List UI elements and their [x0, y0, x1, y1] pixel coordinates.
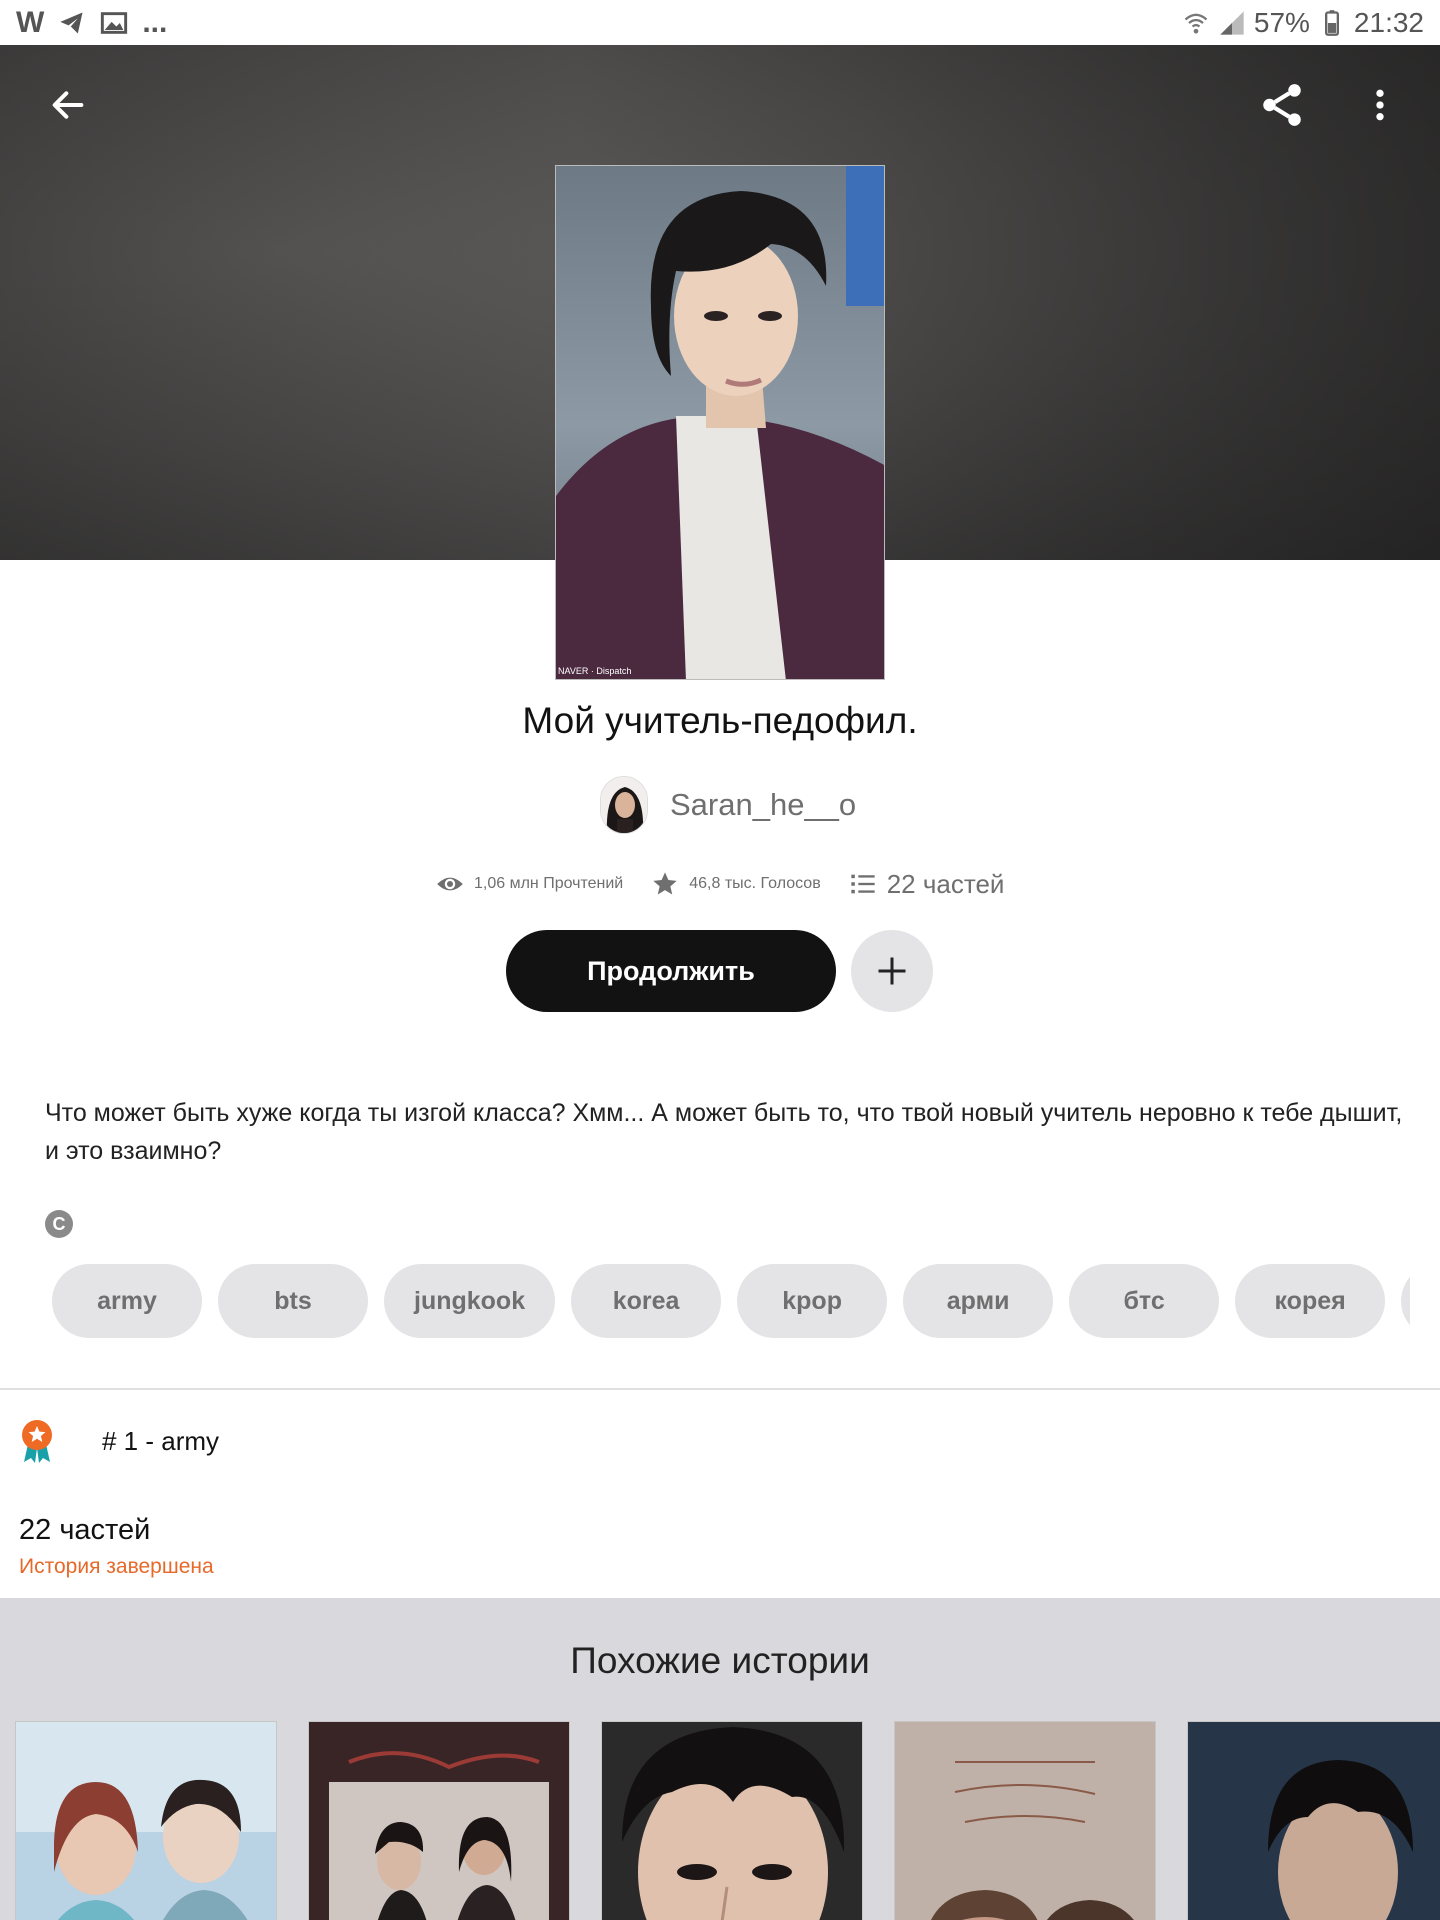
- story-title: Мой учитель-педофил.: [522, 700, 918, 741]
- wifi-icon: [1184, 13, 1208, 33]
- reads-count: 1,06 млн Прочтений: [474, 875, 624, 892]
- similar-cover-image: [895, 1722, 1155, 1920]
- tag-chip[interactable]: арми: [903, 1264, 1054, 1338]
- status-system: 57% 21:32: [1182, 7, 1424, 39]
- story-status: История завершена: [19, 1555, 214, 1578]
- similar-cover-image: [1188, 1722, 1440, 1920]
- ranking-text: # 1 - army: [102, 1425, 220, 1456]
- similar-stories-title: Похожие истории: [570, 1640, 870, 1681]
- clock: 21:32: [1353, 6, 1424, 38]
- share-icon: [1263, 84, 1301, 126]
- list-icon: [851, 874, 875, 894]
- avatar: [600, 776, 648, 834]
- cover-portrait: NAVER · Dispatch: [556, 166, 884, 679]
- arrow-left-icon: [52, 91, 84, 119]
- author-link[interactable]: Saran_he__o: [600, 772, 856, 838]
- parts-stat: 22 частей: [849, 868, 1005, 900]
- tag-list: army bts jungkook korea kpop арми бтс ко…: [52, 1264, 1410, 1338]
- status-notifications: W ...: [16, 6, 167, 40]
- battery-percent: 57%: [1253, 6, 1310, 38]
- story-cover-image: NAVER · Dispatch: [555, 165, 885, 680]
- story-description: Что может быть хуже когда ты изгой класс…: [45, 1099, 1403, 1165]
- similar-story-cover[interactable]: [601, 1721, 863, 1920]
- tag-chip[interactable]: jungkook: [384, 1264, 556, 1338]
- gallery-icon: [101, 11, 128, 34]
- similar-cover-image: [309, 1722, 569, 1920]
- similar-stories-section: Похожие истории: [0, 1598, 1440, 1920]
- reads-stat: 1,06 млн Прочтений: [436, 870, 623, 898]
- votes-stat: 46,8 тыс. Голосов: [651, 870, 821, 898]
- add-to-library-button[interactable]: [851, 930, 933, 1012]
- tag-chip[interactable]: kpop: [737, 1264, 888, 1338]
- eye-icon: [437, 877, 463, 891]
- similar-cover-image: [602, 1722, 862, 1920]
- copyright-icon: C: [45, 1210, 73, 1238]
- story-stats: 1,06 млн Прочтений 46,8 тыс. Голосов 22 …: [436, 862, 1004, 906]
- similar-story-cover[interactable]: [15, 1721, 277, 1920]
- parts-count: 22 частей: [886, 868, 1005, 899]
- author-name: Saran_he__o: [670, 787, 857, 822]
- similar-stories-list: [15, 1721, 1440, 1920]
- section-divider: [0, 1388, 1440, 1390]
- author-avatar-image: [601, 777, 647, 833]
- battery-icon: [1324, 9, 1339, 36]
- continue-reading-button[interactable]: Продолжить: [506, 930, 836, 1012]
- similar-story-cover[interactable]: [894, 1721, 1156, 1920]
- plus-icon: [878, 957, 906, 985]
- ranking-row[interactable]: # 1 - army: [18, 1418, 219, 1464]
- tag-chip[interactable]: army: [52, 1264, 202, 1338]
- signal-icon: [1220, 10, 1244, 35]
- star-icon: [653, 872, 677, 895]
- more-notifications: ...: [142, 5, 168, 39]
- more-vertical-icon: [1376, 89, 1384, 121]
- tag-chip[interactable]: bts: [218, 1264, 368, 1338]
- ribbon-badge-icon: [22, 1420, 52, 1463]
- more-options-button[interactable]: [1344, 69, 1416, 141]
- share-button[interactable]: [1246, 69, 1318, 141]
- similar-story-cover[interactable]: [1187, 1721, 1440, 1920]
- table-of-contents-link[interactable]: 22 частей: [19, 1514, 150, 1547]
- status-bar: W ... 57% 21:32: [0, 0, 1440, 45]
- wattpad-notification-icon: W: [16, 5, 45, 39]
- similar-story-cover[interactable]: [308, 1721, 570, 1920]
- votes-count: 46,8 тыс. Голосов: [689, 875, 821, 892]
- back-button[interactable]: [32, 69, 104, 141]
- telegram-icon: [60, 12, 83, 33]
- svg-text:NAVER · Dispatch: NAVER · Dispatch: [558, 666, 631, 676]
- tag-chip[interactable]: корея: [1235, 1264, 1386, 1338]
- tag-chip[interactable]: korea: [571, 1264, 722, 1338]
- tag-chip[interactable]: [1401, 1264, 1410, 1338]
- similar-cover-image: [16, 1722, 276, 1920]
- tag-chip[interactable]: бтс: [1069, 1264, 1220, 1338]
